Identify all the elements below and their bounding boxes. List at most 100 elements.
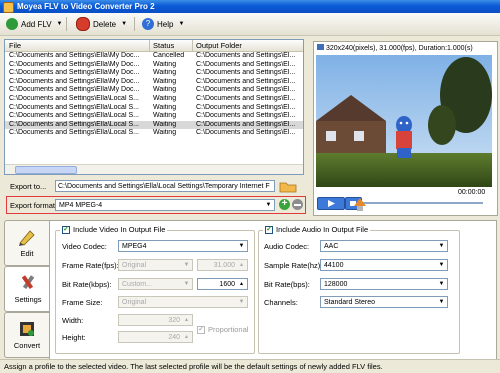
sample-rate-select[interactable]: 44100 ▼: [320, 259, 448, 271]
chevron-down-icon: ▼: [438, 243, 445, 249]
chevron-down-icon: ▼: [238, 299, 245, 305]
export-path-field[interactable]: C:\Documents and Settings\Ella\Local Set…: [55, 180, 275, 192]
frame-rate-select[interactable]: Original ▼: [118, 259, 193, 271]
tab-settings[interactable]: Settings: [4, 266, 51, 312]
file-list-cell-folder: C:\Documents and Settings\El...: [196, 95, 296, 102]
proportional-checkbox[interactable]: ✓: [197, 325, 205, 334]
video-info-icon: [317, 44, 324, 50]
file-list-row[interactable]: C:\Documents and Settings\Ella\Local S..…: [5, 104, 303, 113]
file-list-cell-file: C:\Documents and Settings\Ella\Local S..…: [9, 129, 139, 137]
file-list-row[interactable]: C:\Documents and Settings\Ella\Local S..…: [5, 95, 303, 104]
file-list-row[interactable]: C:\Documents and Settings\Ella\My Doc...…: [5, 52, 303, 61]
width-input[interactable]: 320 ▴: [118, 314, 193, 326]
chevron-down-icon: ▼: [438, 262, 445, 268]
settings-panel: ✓ Include Video In Output File Video Code…: [49, 220, 497, 360]
tab-edit[interactable]: Edit: [4, 220, 49, 266]
seek-track[interactable]: [363, 202, 483, 204]
file-list-cell-file: C:\Documents and Settings\Ella\My Doc...: [9, 69, 140, 77]
file-list-cell-folder: C:\Documents and Settings\El...: [196, 129, 296, 137]
preview-time: 00:00:00: [458, 189, 486, 196]
minus-icon: [294, 204, 301, 206]
audio-codec-select[interactable]: AAC ▼: [320, 240, 448, 252]
file-list-row[interactable]: C:\Documents and Settings\Ella\Local S..…: [5, 112, 303, 121]
window-title: Moyea FLV to Video Converter Pro 2: [17, 2, 155, 11]
chevron-down-icon: ▼: [238, 243, 245, 249]
include-audio-toggle[interactable]: ✓ Include Audio In Output File: [263, 225, 371, 234]
channels-select[interactable]: Standard Stereo ▼: [320, 296, 448, 308]
video-preview: [316, 55, 492, 187]
file-list-cell-file: C:\Documents and Settings\Ella\My Doc...: [9, 52, 140, 59]
chevron-down-icon: ▼: [438, 299, 445, 305]
tab-convert[interactable]: Convert: [4, 312, 49, 358]
file-list-cell-file: C:\Documents and Settings\Ella\Local S..…: [9, 103, 139, 111]
height-label: Height:: [62, 333, 86, 342]
file-list[interactable]: File Status Output Folder C:\Documents a…: [4, 39, 304, 175]
file-list-cell-status: Cancelled: [153, 52, 185, 59]
toolbar: Add FLV ▼ Delete ▼ ? Help ▼: [0, 13, 500, 36]
include-video-toggle[interactable]: ✓ Include Video In Output File: [60, 225, 168, 234]
scrollbar-thumb[interactable]: [15, 166, 77, 174]
video-bit-rate-select[interactable]: Custom... ▼: [118, 278, 193, 290]
settings-tools-icon: [18, 273, 38, 293]
file-list-row[interactable]: C:\Documents and Settings\Ella\Local S..…: [5, 129, 303, 138]
file-list-cell-file: C:\Documents and Settings\Ella\My Doc...: [9, 86, 140, 94]
file-list-row[interactable]: C:\Documents and Settings\Ella\My Doc...…: [5, 61, 303, 70]
include-audio-checkbox[interactable]: ✓: [265, 225, 273, 234]
remove-profile-button[interactable]: [292, 199, 303, 210]
column-header-file[interactable]: File: [9, 41, 21, 50]
video-bit-rate-input[interactable]: 1600 ▴: [197, 278, 248, 290]
spinner-icon: ▴: [239, 281, 243, 287]
file-list-cell-file: C:\Documents and Settings\Ella\My Doc...: [9, 77, 140, 85]
file-list-cell-file: C:\Documents and Settings\Ella\My Doc...: [9, 60, 140, 68]
title-bar: Moyea FLV to Video Converter Pro 2: [0, 0, 500, 13]
frame-rate-input[interactable]: 31.000 ▴: [197, 259, 248, 271]
add-profile-button[interactable]: +: [279, 199, 290, 210]
sample-rate-label: Sample Rate(hz):: [264, 261, 323, 270]
spinner-icon: ▴: [239, 262, 243, 268]
column-header-status[interactable]: Status: [153, 41, 174, 50]
channels-label: Channels:: [264, 298, 298, 307]
video-codec-select[interactable]: MPEG4 ▼: [118, 240, 248, 252]
add-flv-button[interactable]: Add FLV ▼: [6, 16, 63, 32]
play-button[interactable]: [317, 197, 345, 210]
spinner-icon: ▴: [184, 334, 188, 340]
file-list-row[interactable]: C:\Documents and Settings\Ella\My Doc...…: [5, 86, 303, 95]
column-header-output-folder[interactable]: Output Folder: [196, 41, 242, 50]
proportional-toggle[interactable]: ✓ Proportional: [197, 325, 248, 334]
file-list-cell-status: Waiting: [153, 60, 177, 68]
help-icon: ?: [142, 18, 154, 30]
toolbar-separator: [134, 17, 135, 31]
file-list-cell-folder: C:\Documents and Settings\El...: [196, 86, 296, 94]
spinner-icon: ▴: [184, 317, 188, 323]
app-icon: [3, 2, 14, 13]
include-video-checkbox[interactable]: ✓: [62, 225, 70, 234]
frame-size-select[interactable]: Original ▼: [118, 296, 248, 308]
audio-bit-rate-select[interactable]: 128000 ▼: [320, 278, 448, 290]
chevron-down-icon: ▼: [56, 21, 63, 27]
preview-info: 320x240(pixels), 31.000(fps), Duration:1…: [317, 44, 493, 52]
file-list-cell-file: C:\Documents and Settings\Ella\Local S..…: [9, 120, 139, 128]
export-to-label: Export to...: [10, 182, 47, 191]
folder-icon: [279, 182, 297, 193]
chevron-down-icon: ▼: [121, 21, 128, 27]
play-icon: [328, 200, 335, 207]
height-input[interactable]: 240 ▴: [118, 331, 193, 343]
slider-pointer-icon: [354, 198, 366, 211]
seek-slider-thumb[interactable]: [354, 198, 366, 212]
frame-size-label: Frame Size:: [62, 298, 103, 307]
chevron-down-icon: ▼: [183, 262, 190, 268]
delete-button[interactable]: Delete ▼: [76, 16, 127, 32]
file-list-cell-status: Waiting: [153, 120, 177, 128]
file-list-row[interactable]: C:\Documents and Settings\Ella\My Doc...…: [5, 78, 303, 87]
side-tabs: Edit Settings Convert: [4, 220, 51, 360]
export-format-select[interactable]: MP4 MPEG-4 ▼: [55, 199, 275, 211]
horizontal-scrollbar[interactable]: [5, 164, 303, 174]
file-list-cell-folder: C:\Documents and Settings\El...: [196, 103, 296, 111]
browse-folder-button[interactable]: [279, 179, 297, 193]
file-list-cell-status: Waiting: [153, 69, 177, 77]
help-button[interactable]: ? Help ▼: [142, 16, 184, 32]
file-list-cell-folder: C:\Documents and Settings\El...: [196, 69, 296, 77]
file-list-row[interactable]: C:\Documents and Settings\Ella\My Doc...…: [5, 69, 303, 78]
film-icon: [17, 319, 37, 339]
file-list-row[interactable]: C:\Documents and Settings\Ella\Local S..…: [5, 120, 303, 130]
